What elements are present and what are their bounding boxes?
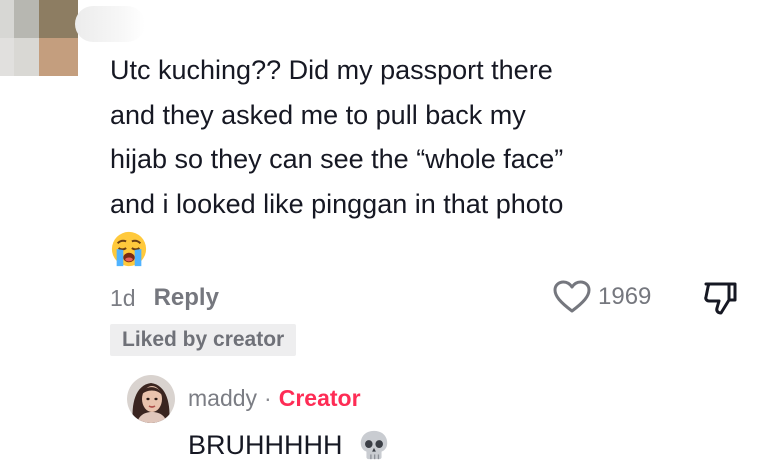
- heart-outline-icon: [553, 280, 591, 313]
- thumbs-down-icon[interactable]: [700, 278, 740, 318]
- commenter-avatar-censored[interactable]: [0, 0, 78, 76]
- separator-dot: ·: [264, 384, 272, 411]
- reply-header: maddy · Creator: [188, 382, 361, 414]
- crying-face-icon: [111, 231, 147, 267]
- liked-by-creator-badge: Liked by creator: [110, 324, 297, 356]
- skull-icon: [360, 430, 387, 460]
- like-button[interactable]: 1969: [552, 279, 651, 315]
- commenter-name-censored: [75, 6, 145, 42]
- like-count: 1969: [598, 283, 652, 310]
- comment-text: Utc kuching?? Did my passport there and …: [110, 55, 564, 219]
- comment-time: 1d: [110, 284, 136, 311]
- reply-body: BRUHHHHH: [188, 427, 391, 463]
- reply-button[interactable]: Reply: [154, 284, 219, 312]
- reply-text: BRUHHHHH: [188, 429, 343, 460]
- creator-tag: Creator: [278, 384, 361, 411]
- creator-avatar[interactable]: [127, 375, 175, 423]
- reply-username[interactable]: maddy: [188, 385, 257, 412]
- comment-meta: 1d Reply: [110, 281, 219, 315]
